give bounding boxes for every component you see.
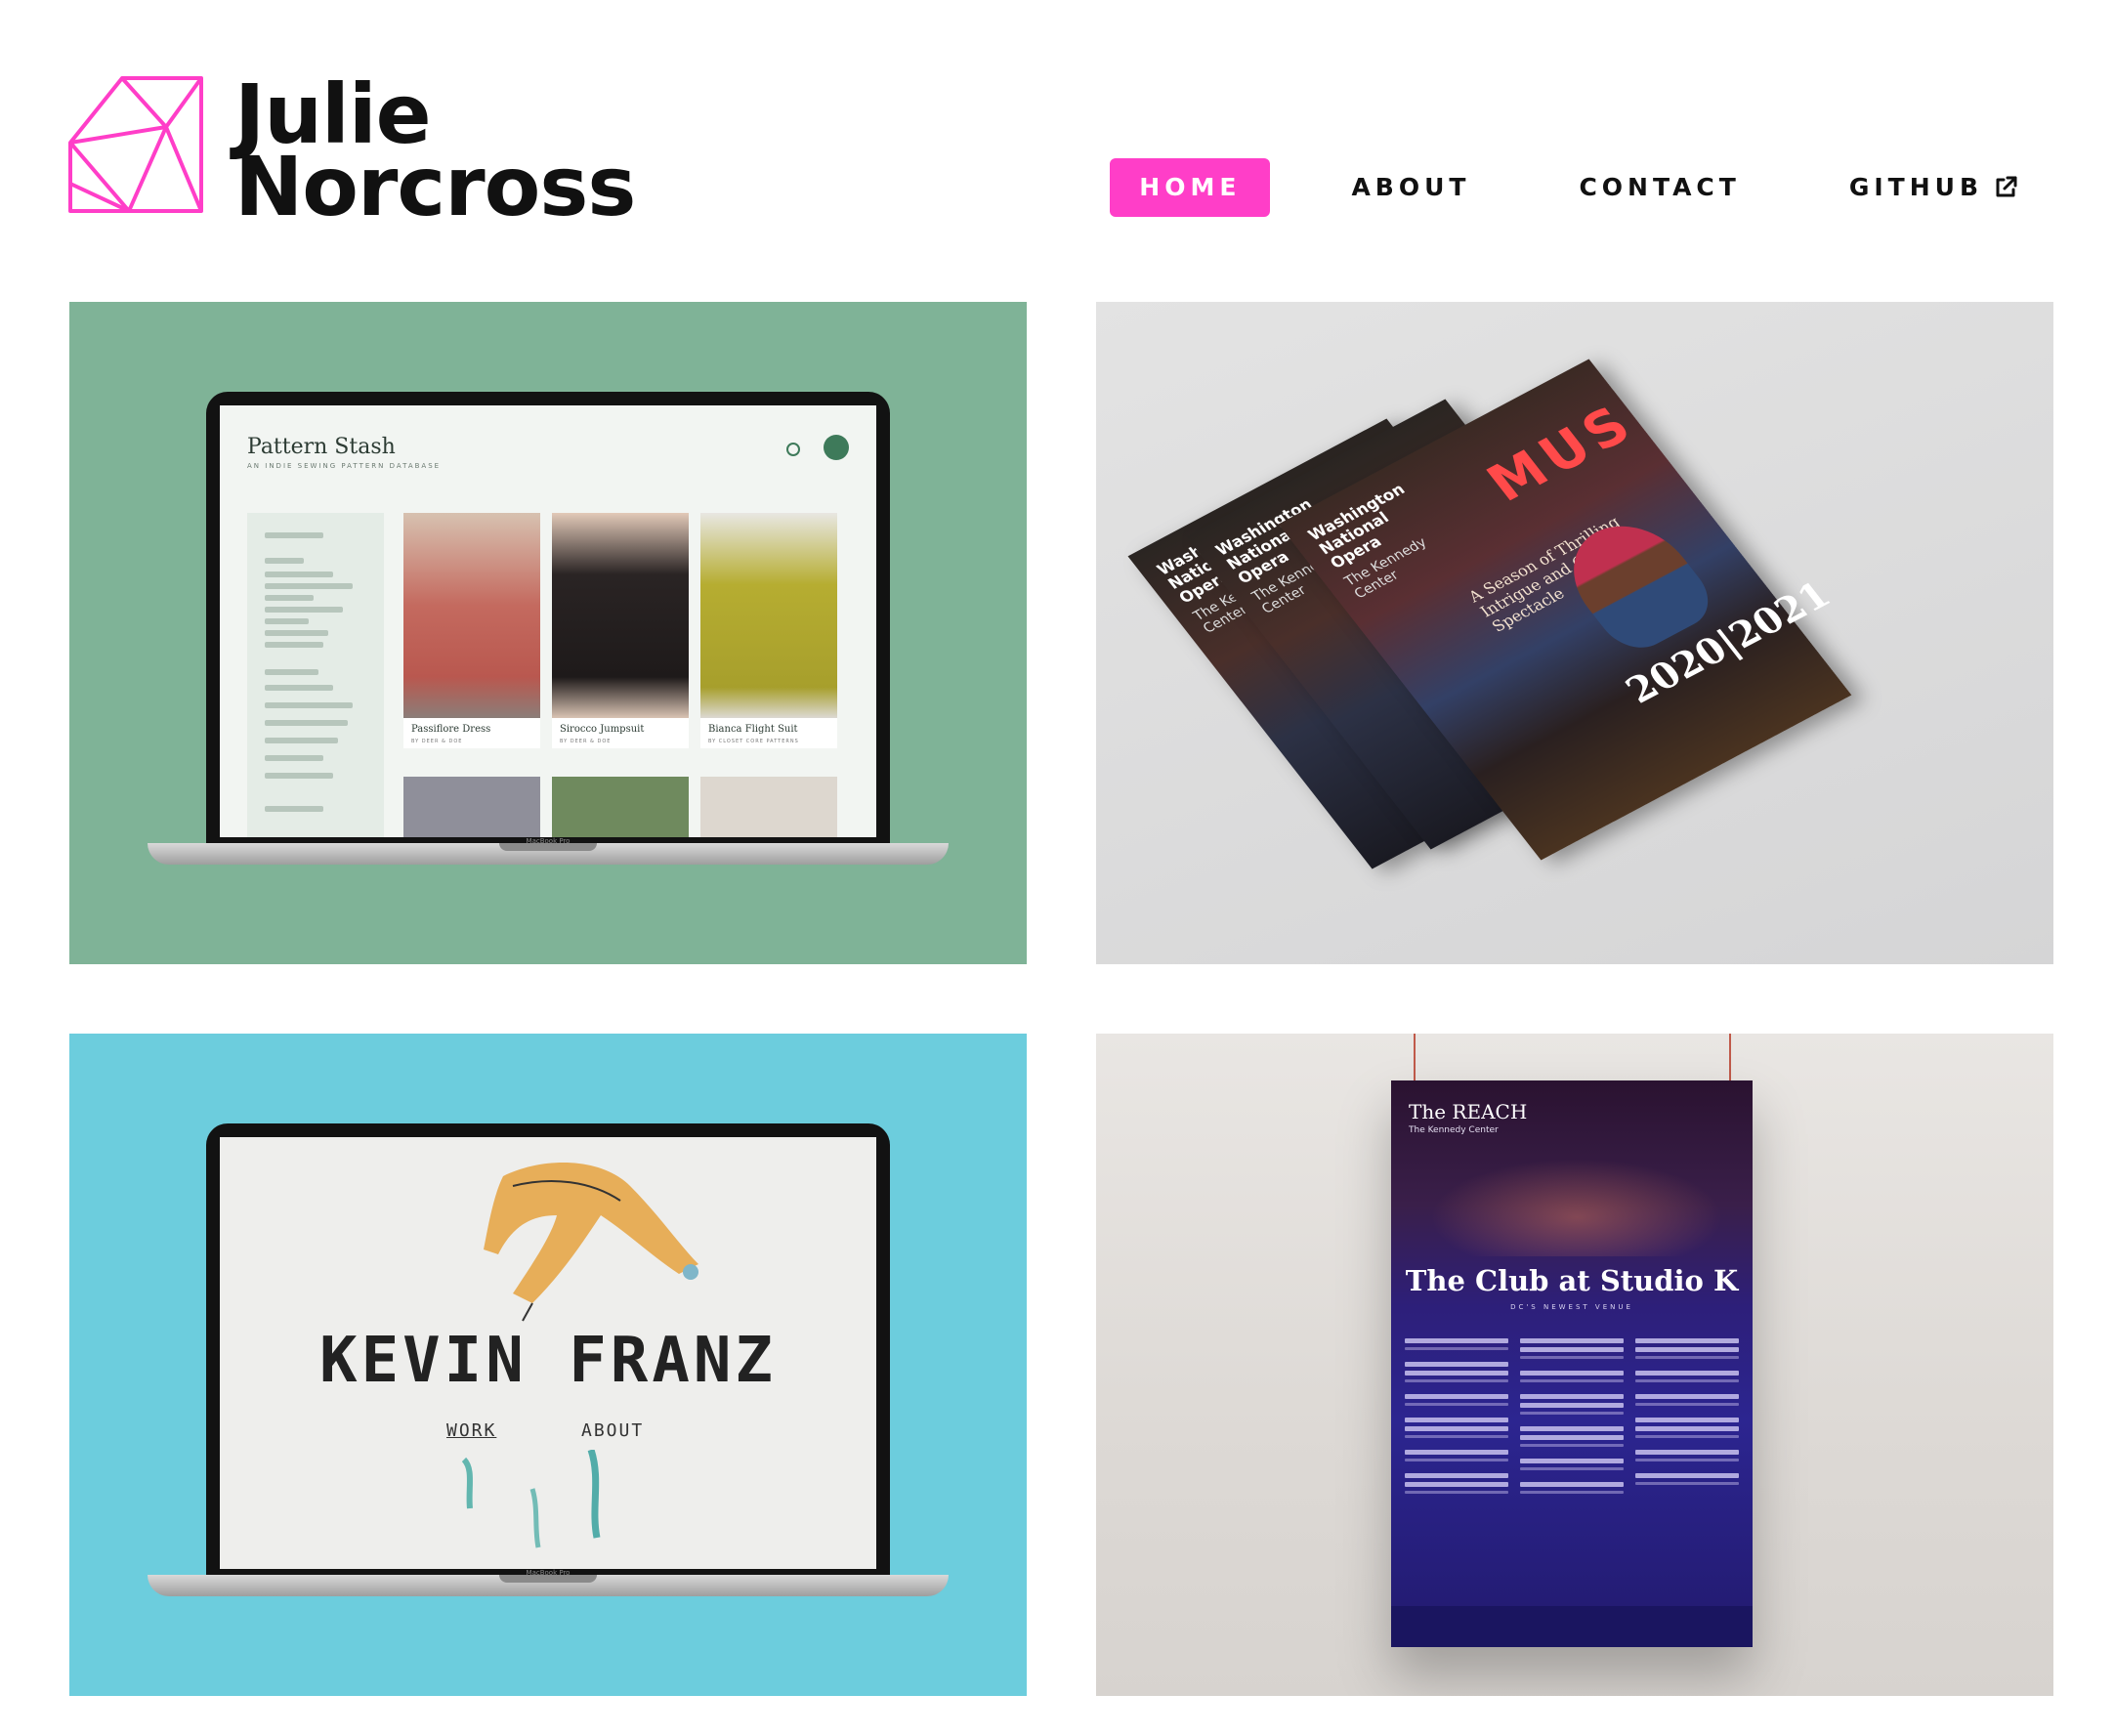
poster-column (1405, 1338, 1508, 1505)
external-link-icon (1996, 176, 2017, 197)
main-nav: HOME ABOUT CONTACT GITHUB (1110, 158, 2046, 217)
pattern-card (552, 777, 689, 837)
pattern-card-by: BY DEER & DOE (411, 739, 463, 744)
pattern-photo (552, 513, 689, 718)
project-tile-reach-poster[interactable]: The REACH The Kennedy Center The Club at… (1096, 1034, 2053, 1696)
nav-github-label: GITHUB (1848, 173, 1983, 201)
poster-kennedy-center: The Kennedy Center (1409, 1125, 1499, 1135)
nav-contact[interactable]: CONTACT (1551, 158, 1767, 217)
poster: The REACH The Kennedy Center The Club at… (1391, 1080, 1753, 1647)
pattern-card-by: BY DEER & DOE (560, 739, 612, 744)
poster-photo (1430, 1159, 1723, 1256)
pattern-photo (403, 513, 540, 718)
laptop-lid: KEVIN FRANZ WORK ABOUT MacBook Pro (206, 1123, 890, 1583)
gem-icon (68, 76, 203, 213)
laptop-mockup: Pattern Stash AN INDIE SEWING PATTERN DA… (148, 392, 949, 870)
poster-subtitle: DC'S NEWEST VENUE (1510, 1303, 1633, 1311)
site-header: Julie Norcross HOME ABOUT CONTACT GITHUB (0, 0, 2114, 293)
pattern-card: Bianca Flight Suit BY CLOSET CORE PATTER… (700, 513, 837, 748)
kevin-franz-about-link: ABOUT (581, 1420, 645, 1441)
pattern-stash-screen: Pattern Stash AN INDIE SEWING PATTERN DA… (220, 405, 876, 837)
search-icon (786, 443, 800, 456)
poster-footer (1391, 1606, 1753, 1647)
hanging-wire (1729, 1034, 1731, 1080)
pattern-stash-subtitle: AN INDIE SEWING PATTERN DATABASE (247, 462, 442, 470)
poster-title: The Club at Studio K (1405, 1264, 1739, 1297)
kevin-franz-work-link: WORK (446, 1420, 497, 1441)
pattern-card-name: Passiflore Dress (411, 724, 491, 735)
site-logo[interactable]: Julie Norcross (68, 73, 636, 228)
laptop-mockup: KEVIN FRANZ WORK ABOUT MacBook Pro (148, 1123, 949, 1602)
poster-column (1635, 1338, 1739, 1497)
project-tile-kevin-franz[interactable]: KEVIN FRANZ WORK ABOUT MacBook Pro (69, 1034, 1027, 1696)
laptop-screen: KEVIN FRANZ WORK ABOUT (220, 1137, 876, 1569)
poster-column (1520, 1338, 1624, 1505)
nav-about[interactable]: ABOUT (1324, 158, 1498, 217)
pattern-card-name: Bianca Flight Suit (708, 724, 798, 735)
laptop-screen: Pattern Stash AN INDIE SEWING PATTERN DA… (220, 405, 876, 837)
pattern-card-by: BY CLOSET CORE PATTERNS (708, 739, 799, 744)
project-tile-pattern-stash[interactable]: Pattern Stash AN INDIE SEWING PATTERN DA… (69, 302, 1027, 964)
laptop-lid: Pattern Stash AN INDIE SEWING PATTERN DA… (206, 392, 890, 851)
filter-panel (247, 513, 384, 837)
kevin-franz-title: KEVIN FRANZ (319, 1325, 777, 1397)
neon-sign: MUS (1475, 393, 1648, 513)
poster-header: The REACH (1409, 1100, 1528, 1123)
pattern-card-name: Sirocco Jumpsuit (560, 724, 645, 735)
site-title-last: Norcross (234, 139, 636, 234)
laptop-notch (499, 843, 597, 851)
site-title: Julie Norcross (234, 73, 636, 234)
pattern-photo (700, 513, 837, 718)
nav-home[interactable]: HOME (1110, 158, 1271, 217)
kevin-franz-screen: KEVIN FRANZ WORK ABOUT (220, 1137, 876, 1569)
laptop-notch (499, 1575, 597, 1583)
hanging-wire (1414, 1034, 1416, 1080)
pattern-card: Sirocco Jumpsuit BY DEER & DOE (552, 513, 689, 748)
nav-github[interactable]: GITHUB (1822, 158, 2046, 217)
pattern-card (403, 777, 540, 837)
project-tile-opera[interactable]: Washington National Opera The Kennedy Ce… (1096, 302, 2053, 964)
account-icon (824, 435, 849, 460)
pattern-card (700, 777, 837, 837)
watercolor-figure (484, 1163, 698, 1322)
pattern-stash-title: Pattern Stash (247, 435, 396, 459)
watercolor-drips (461, 1450, 601, 1548)
pattern-card: Passiflore Dress BY DEER & DOE (403, 513, 540, 748)
